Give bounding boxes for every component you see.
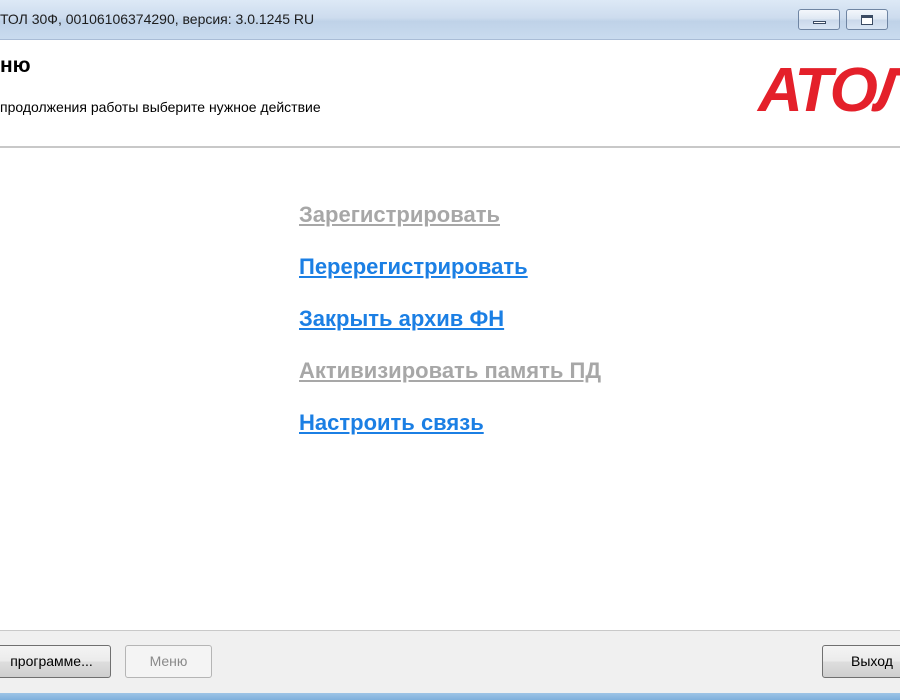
page-title: ню xyxy=(0,54,31,77)
minimize-icon xyxy=(813,21,826,24)
window-bottom-border xyxy=(0,693,900,700)
title-bar[interactable]: ТОЛ 30Ф, 00106106374290, версия: 3.0.124… xyxy=(0,0,900,40)
close-fn-archive-link[interactable]: Закрыть архив ФН xyxy=(299,306,601,332)
window-title: ТОЛ 30Ф, 00106106374290, версия: 3.0.124… xyxy=(0,11,315,27)
footer-bar: программе... Меню Выход xyxy=(0,631,900,700)
about-button[interactable]: программе... xyxy=(0,645,111,678)
atol-logo: АТОЛ xyxy=(752,48,900,120)
header-divider xyxy=(0,146,900,149)
action-list: Зарегистрировать Перерегистрировать Закр… xyxy=(299,202,601,462)
maximize-button[interactable] xyxy=(846,9,888,30)
minimize-button[interactable] xyxy=(798,9,840,30)
reregister-link[interactable]: Перерегистрировать xyxy=(299,254,601,280)
maximize-icon xyxy=(861,15,873,25)
register-link: Зарегистрировать xyxy=(299,202,500,227)
menu-button: Меню xyxy=(125,645,212,678)
app-window: ТОЛ 30Ф, 00106106374290, версия: 3.0.124… xyxy=(0,0,900,700)
activate-pd-memory-link: Активизировать память ПД xyxy=(299,358,601,383)
exit-button[interactable]: Выход xyxy=(822,645,900,678)
page-header: ню продолжения работы выберите нужное де… xyxy=(0,40,900,146)
page-subtitle: продолжения работы выберите нужное дейст… xyxy=(0,99,321,115)
configure-connection-link[interactable]: Настроить связь xyxy=(299,410,601,436)
svg-text:АТОЛ: АТОЛ xyxy=(756,56,900,120)
